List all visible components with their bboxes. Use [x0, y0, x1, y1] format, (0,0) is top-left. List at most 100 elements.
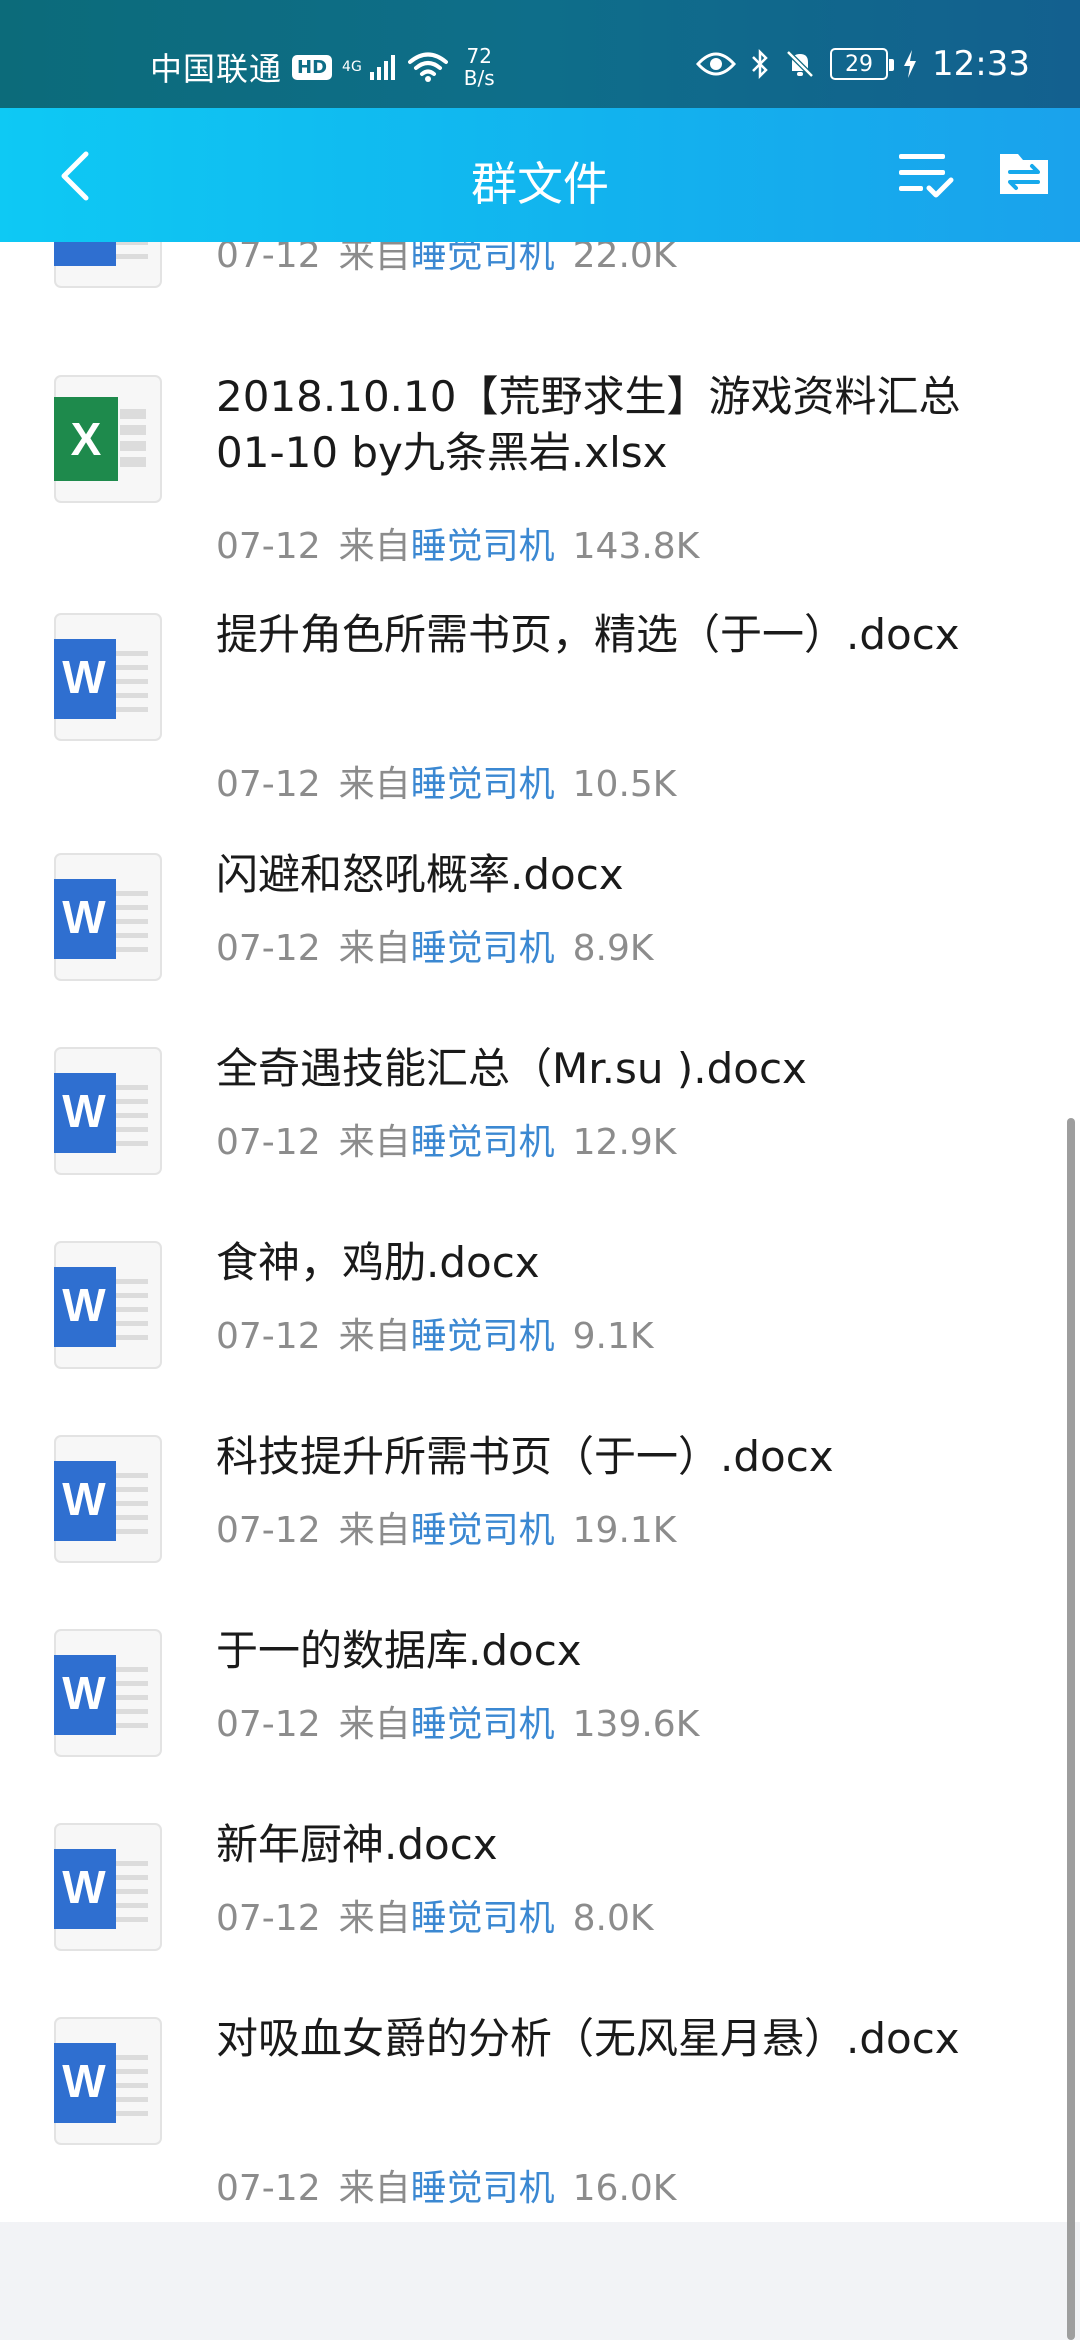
file-date: 07-12 — [216, 764, 321, 805]
uploader-name[interactable]: 睡觉司机 — [411, 928, 555, 969]
file-meta: 07-12 来自睡觉司机 139.6K — [216, 1695, 699, 1747]
svg-text:W: W — [62, 1473, 106, 1525]
from-label: 来自 — [338, 928, 411, 969]
file-meta: 07-12 来自睡觉司机 12.9K — [216, 1113, 676, 1165]
battery-indicator: 29 — [830, 48, 895, 80]
file-meta: 07-12 来自睡觉司机 8.9K — [216, 919, 654, 971]
title-bar: 群文件 — [0, 108, 1080, 242]
file-name: 闪避和怒吼概率.docx — [216, 850, 624, 899]
file-row[interactable]: W 提升角色所需书页，精选（于一）.docx 07-12 来自睡觉司机 10.5K — [0, 610, 1080, 813]
svg-text:W: W — [62, 891, 106, 943]
folder-transfer-icon — [1000, 154, 1048, 194]
from-label: 来自 — [338, 2168, 411, 2209]
file-date: 07-12 — [216, 2168, 321, 2209]
word-file-icon: W — [54, 1435, 162, 1563]
folder-transfer-button[interactable] — [994, 144, 1054, 204]
file-name: 科技提升所需书页（于一）.docx — [216, 1432, 834, 1481]
from-label: 来自 — [338, 1316, 411, 1357]
hd-badge: HD — [292, 54, 333, 80]
scrollbar[interactable] — [1067, 1118, 1075, 2340]
uploader-name[interactable]: 睡觉司机 — [411, 1704, 555, 1745]
svg-text:W: W — [62, 1085, 106, 1137]
eye-icon — [696, 52, 737, 76]
svg-text:W: W — [62, 1667, 106, 1719]
uploader-name[interactable]: 睡觉司机 — [411, 1510, 555, 1551]
file-row[interactable]: W 于一的数据库.docx 07-12 来自睡觉司机 139.6K — [0, 1626, 1080, 1829]
uploader-name[interactable]: 睡觉司机 — [411, 764, 555, 805]
file-date: 07-12 — [216, 1898, 321, 1939]
wifi-icon — [407, 52, 448, 82]
file-date: 07-12 — [216, 1122, 321, 1163]
word-file-icon: W — [54, 1823, 162, 1951]
signal-icon — [369, 55, 395, 80]
uploader-name[interactable]: 睡觉司机 — [411, 1122, 555, 1163]
file-name: 新年厨神.docx — [216, 1820, 498, 1869]
file-name: 全奇遇技能汇总（Mr.su ).docx — [216, 1044, 807, 1093]
word-file-icon: W — [54, 853, 162, 981]
file-size: 8.0K — [572, 1898, 654, 1939]
word-file-icon: W — [54, 1047, 162, 1175]
file-date: 07-12 — [216, 1704, 321, 1745]
svg-text:W: W — [62, 1861, 106, 1913]
file-meta: 07-12 来自睡觉司机 16.0K — [216, 2159, 676, 2211]
file-size: 139.6K — [572, 1704, 700, 1745]
carrier-name: 中国联通 — [150, 50, 283, 88]
file-meta: 07-12 来自睡觉司机 10.5K — [216, 755, 676, 807]
file-name: 对吸血女爵的分析（无风星月悬）.docx — [216, 2014, 960, 2063]
network-type: 4G — [342, 59, 362, 75]
file-row[interactable]: W 科技提升所需书页（于一）.docx 07-12 来自睡觉司机 19.1K — [0, 1432, 1080, 1635]
app-header: 中国联通 HD 4G 72 B/s 29 12:33 群文件 — [0, 0, 1080, 242]
from-label: 来自 — [338, 1510, 411, 1551]
word-file-icon: W — [54, 1629, 162, 1757]
excel-file-icon: X — [54, 375, 162, 503]
file-name: 提升角色所需书页，精选（于一）.docx — [216, 610, 960, 659]
file-name: 2018.10.10【荒野求生】游戏资料汇总 01-10 by九条黑岩.xlsx — [216, 372, 961, 477]
uploader-name[interactable]: 睡觉司机 — [411, 1898, 555, 1939]
mute-bell-icon — [786, 50, 814, 78]
checklist-icon — [899, 154, 954, 198]
file-size: 16.0K — [572, 2168, 677, 2209]
bluetooth-icon — [752, 48, 768, 80]
multi-select-button[interactable] — [893, 142, 957, 206]
file-row[interactable]: W 食神，鸡肋.docx 07-12 来自睡觉司机 9.1K — [0, 1238, 1080, 1441]
word-file-icon: W — [54, 2017, 162, 2145]
file-name: 于一的数据库.docx — [216, 1626, 582, 1675]
file-date: 07-12 — [216, 928, 321, 969]
uploader-name[interactable]: 睡觉司机 — [411, 526, 555, 567]
from-label: 来自 — [338, 526, 411, 567]
svg-text:W: W — [62, 2055, 106, 2107]
file-date: 07-12 — [216, 1510, 321, 1551]
file-row[interactable]: W 新年厨神.docx 07-12 来自睡觉司机 8.0K — [0, 1820, 1080, 2023]
file-row[interactable]: W 对吸血女爵的分析（无风星月悬）.docx 07-12 来自睡觉司机 16.0K — [0, 2014, 1080, 2217]
word-file-icon: W — [54, 1241, 162, 1369]
word-file-icon: W — [54, 613, 162, 741]
speed-value: 72 — [466, 44, 492, 68]
file-row[interactable]: X 2018.10.10【荒野求生】游戏资料汇总 01-10 by九条黑岩.xls… — [0, 372, 1080, 575]
charging-icon — [904, 50, 917, 78]
from-label: 来自 — [338, 764, 411, 805]
file-meta: 07-12 来自睡觉司机 8.0K — [216, 1889, 654, 1941]
list-bottom-area — [0, 2222, 1080, 2340]
speed-unit: B/s — [463, 66, 495, 90]
file-row[interactable]: W 全奇遇技能汇总（Mr.su ).docx 07-12 来自睡觉司机 12.9K — [0, 1044, 1080, 1247]
file-size: 12.9K — [572, 1122, 677, 1163]
from-label: 来自 — [338, 1898, 411, 1939]
svg-text:W: W — [62, 1279, 106, 1331]
file-size: 8.9K — [572, 928, 654, 969]
file-meta: 07-12 来自睡觉司机 143.8K — [216, 517, 699, 569]
uploader-name[interactable]: 睡觉司机 — [411, 1316, 555, 1357]
file-meta: 07-12 来自睡觉司机 9.1K — [216, 1307, 654, 1359]
from-label: 来自 — [338, 1122, 411, 1163]
file-meta: 07-12 来自睡觉司机 19.1K — [216, 1501, 676, 1553]
file-name: 食神，鸡肋.docx — [216, 1238, 540, 1287]
file-date: 07-12 — [216, 526, 321, 567]
file-row[interactable]: W 闪避和怒吼概率.docx 07-12 来自睡觉司机 8.9K — [0, 850, 1080, 1053]
file-size: 10.5K — [572, 764, 677, 805]
battery-level: 29 — [845, 51, 874, 77]
file-date: 07-12 — [216, 1316, 321, 1357]
network-speed: 72 B/s — [464, 45, 495, 89]
status-bar: 中国联通 HD 4G 72 B/s 29 12:33 — [0, 0, 1080, 108]
svg-text:X: X — [71, 413, 102, 465]
file-size: 143.8K — [572, 526, 700, 567]
uploader-name[interactable]: 睡觉司机 — [411, 2168, 555, 2209]
